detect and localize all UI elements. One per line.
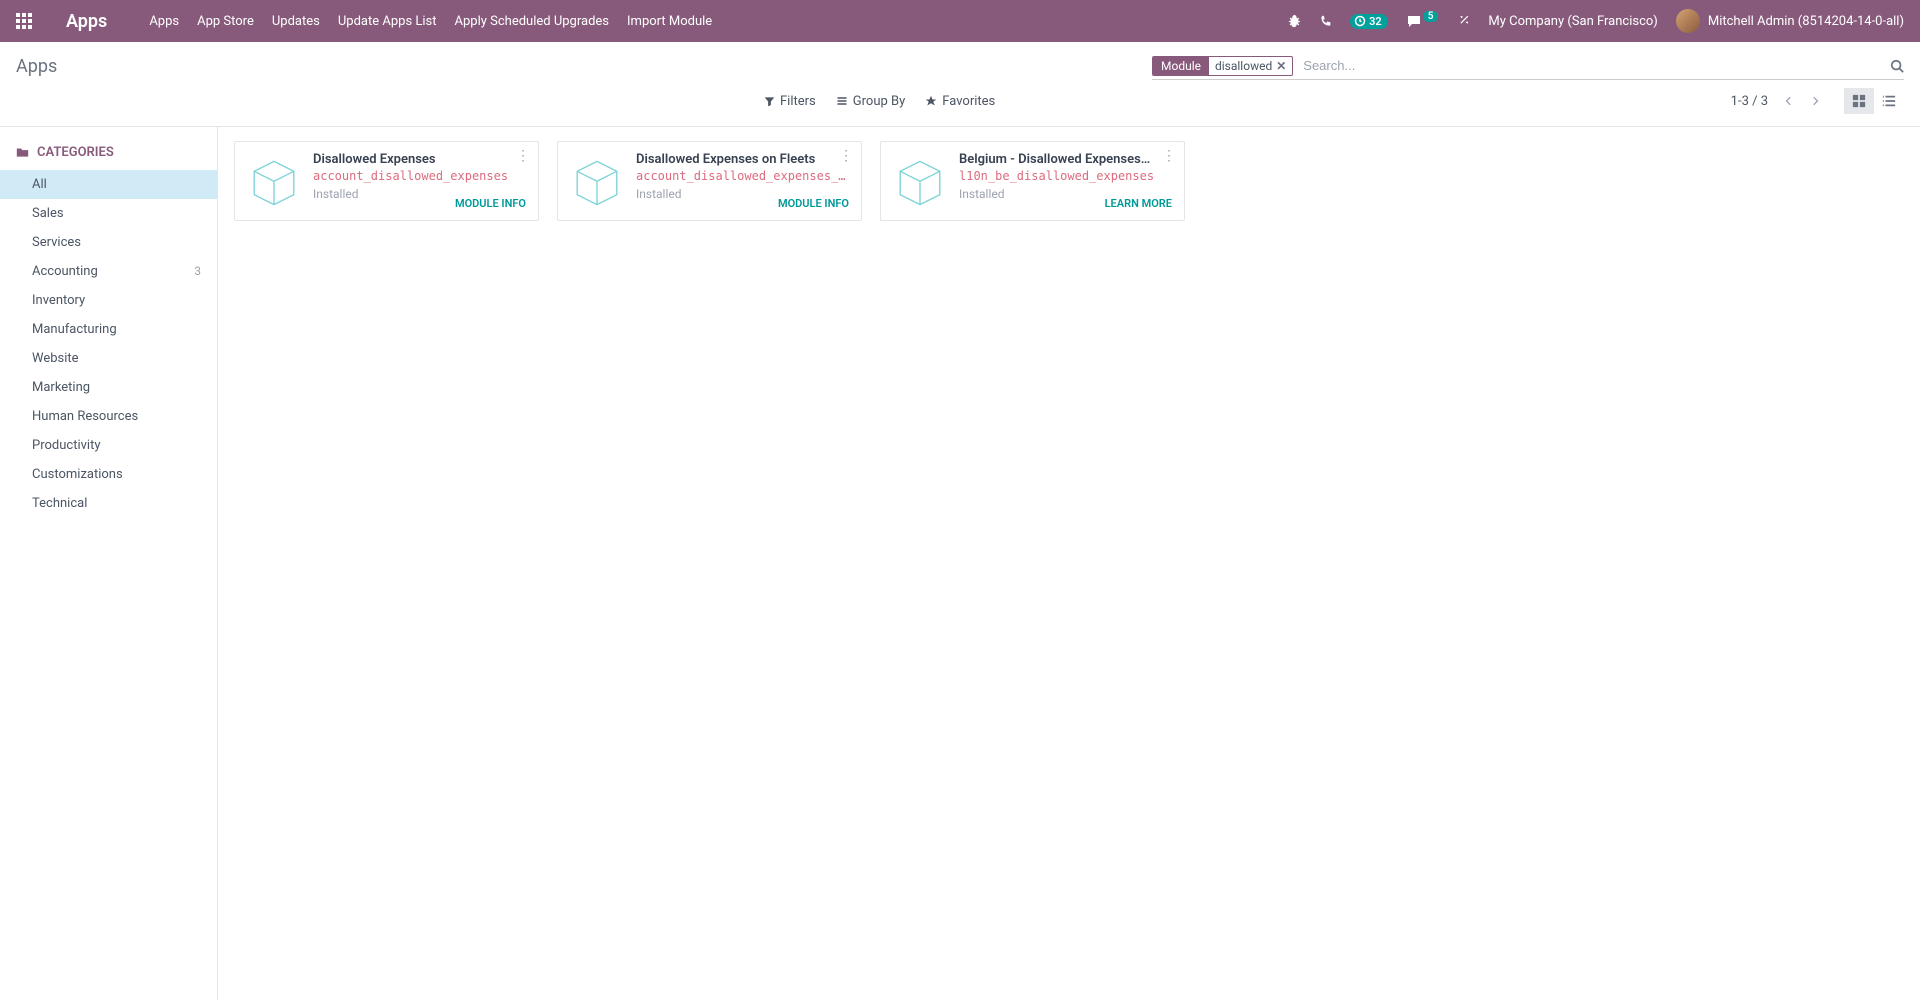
phone-icon[interactable] [1319, 15, 1332, 28]
app-brand[interactable]: Apps [66, 11, 107, 32]
nav-link-scheduled-upgrades[interactable]: Apply Scheduled Upgrades [455, 14, 610, 29]
sidebar-item-label: All [32, 177, 47, 192]
sidebar-item-technical[interactable]: Technical [0, 489, 217, 518]
facet-value: disallowed [1215, 59, 1272, 73]
apps-menu-icon[interactable] [16, 13, 32, 29]
module-tech-name: l10n_be_disallowed_expenses [959, 169, 1172, 183]
nav-link-update-list[interactable]: Update Apps List [338, 14, 437, 29]
pager-prev-icon[interactable] [1780, 92, 1798, 110]
module-title: Disallowed Expenses on Fleets [636, 152, 849, 167]
user-avatar [1676, 9, 1700, 33]
clock-badge[interactable]: 32 [1350, 14, 1388, 29]
search-bar[interactable]: Module disallowed ✕ [1152, 52, 1904, 80]
sidebar-item-label: Technical [32, 496, 87, 511]
filters-label: Filters [780, 94, 816, 109]
sidebar-item-label: Services [32, 235, 81, 250]
sidebar-item-label: Human Resources [32, 409, 138, 424]
sidebar-item-all[interactable]: All [0, 170, 217, 199]
user-name: Mitchell Admin (8514204-14-0-all) [1708, 14, 1904, 29]
module-cube-icon [247, 156, 301, 210]
nav-link-updates[interactable]: Updates [272, 14, 320, 29]
clock-badge-count: 32 [1369, 15, 1382, 28]
sidebar-item-label: Inventory [32, 293, 85, 308]
module-title: Belgium - Disallowed Expenses… [959, 152, 1172, 167]
search-input[interactable] [1299, 54, 1890, 77]
sidebar-header-label: CATEGORIES [37, 145, 114, 160]
groupby-button[interactable]: Group By [836, 94, 906, 109]
sidebar: CATEGORIES All Sales Services Accounting 3 In… [0, 127, 218, 1000]
nav-link-appstore[interactable]: App Store [197, 14, 254, 29]
search-icon[interactable] [1890, 59, 1904, 73]
messages-badge[interactable]: 5 [1406, 13, 1439, 29]
facet-label: Module [1153, 57, 1209, 75]
card-kebab-icon[interactable]: ⋮ [839, 148, 853, 164]
company-selector[interactable]: My Company (San Francisco) [1488, 14, 1657, 29]
user-menu[interactable]: Mitchell Admin (8514204-14-0-all) [1676, 9, 1904, 33]
sidebar-item-manufacturing[interactable]: Manufacturing [0, 315, 217, 344]
favorites-label: Favorites [942, 94, 995, 109]
breadcrumb: Apps [16, 56, 57, 77]
filters-button[interactable]: Filters [764, 94, 816, 109]
module-card[interactable]: Belgium - Disallowed Expenses… l10n_be_di… [880, 141, 1185, 221]
sidebar-item-label: Sales [32, 206, 64, 221]
sidebar-item-customizations[interactable]: Customizations [0, 460, 217, 489]
module-action-link[interactable]: MODULE INFO [455, 197, 526, 210]
sidebar-item-marketing[interactable]: Marketing [0, 373, 217, 402]
search-facet: Module disallowed ✕ [1152, 56, 1293, 76]
module-action-link[interactable]: MODULE INFO [778, 197, 849, 210]
top-navbar: Apps Apps App Store Updates Update Apps … [0, 0, 1920, 42]
sidebar-item-productivity[interactable]: Productivity [0, 431, 217, 460]
sidebar-header[interactable]: CATEGORIES [0, 139, 217, 166]
sidebar-item-sales[interactable]: Sales [0, 199, 217, 228]
module-cube-icon [893, 156, 947, 210]
main-area: CATEGORIES All Sales Services Accounting 3 In… [0, 126, 1920, 1000]
module-tech-name: account_disallowed_expenses_fleet [636, 169, 849, 183]
module-action-link[interactable]: LEARN MORE [1105, 197, 1172, 210]
control-panel: Apps Module disallowed ✕ Filters G [0, 42, 1920, 126]
facet-remove-icon[interactable]: ✕ [1276, 59, 1286, 73]
folder-icon [16, 146, 29, 159]
sidebar-item-label: Website [32, 351, 79, 366]
module-card[interactable]: Disallowed Expenses account_disallowed_ex… [234, 141, 539, 221]
nav-links: Apps App Store Updates Update Apps List … [149, 14, 712, 29]
sidebar-item-human-resources[interactable]: Human Resources [0, 402, 217, 431]
card-kebab-icon[interactable]: ⋮ [516, 148, 530, 164]
sidebar-item-label: Manufacturing [32, 322, 117, 337]
card-kebab-icon[interactable]: ⋮ [1162, 148, 1176, 164]
pager-text[interactable]: 1-3 / 3 [1731, 94, 1768, 109]
bug-icon[interactable] [1287, 14, 1301, 28]
nav-link-import-module[interactable]: Import Module [627, 14, 712, 29]
nav-link-apps[interactable]: Apps [149, 14, 179, 29]
groupby-label: Group By [853, 94, 906, 109]
sidebar-item-website[interactable]: Website [0, 344, 217, 373]
sidebar-item-count: 3 [194, 264, 201, 279]
messages-count: 5 [1423, 11, 1439, 22]
tools-icon[interactable] [1456, 14, 1470, 28]
sidebar-item-label: Marketing [32, 380, 90, 395]
sidebar-item-inventory[interactable]: Inventory [0, 286, 217, 315]
sidebar-item-label: Accounting [32, 264, 98, 279]
module-title: Disallowed Expenses [313, 152, 526, 167]
sidebar-item-accounting[interactable]: Accounting 3 [0, 257, 217, 286]
module-card[interactable]: Disallowed Expenses on Fleets account_dis… [557, 141, 862, 221]
module-tech-name: account_disallowed_expenses [313, 169, 526, 183]
list-view-icon[interactable] [1874, 88, 1904, 114]
sidebar-item-label: Productivity [32, 438, 100, 453]
sidebar-item-label: Customizations [32, 467, 123, 482]
sidebar-item-services[interactable]: Services [0, 228, 217, 257]
kanban-view-icon[interactable] [1844, 88, 1874, 114]
favorites-button[interactable]: Favorites [925, 94, 995, 109]
pager-next-icon[interactable] [1806, 92, 1824, 110]
module-cube-icon [570, 156, 624, 210]
content: Disallowed Expenses account_disallowed_ex… [218, 127, 1920, 1000]
